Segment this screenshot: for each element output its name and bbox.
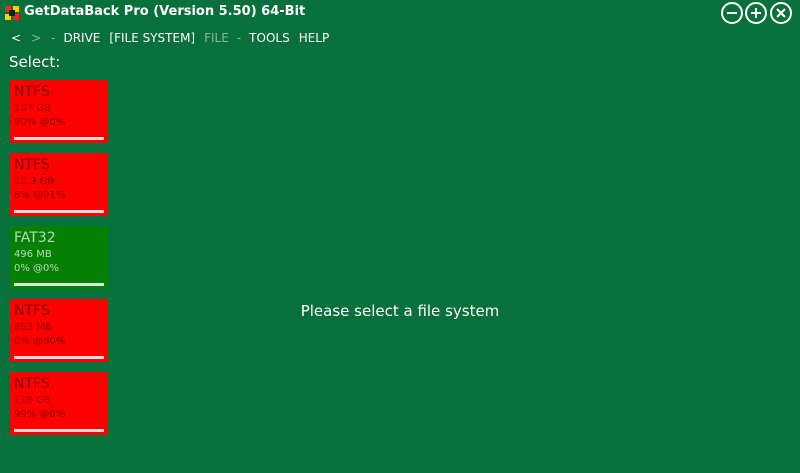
- partition-stats: 90% @0%: [14, 117, 66, 128]
- main-message: Please select a file system: [300, 302, 500, 320]
- menu-help[interactable]: HELP: [299, 31, 330, 45]
- partition-size: 119 GB: [14, 395, 51, 406]
- maximize-button[interactable]: [745, 2, 767, 24]
- partition-progress-fill: [14, 210, 95, 213]
- partition-size: 853 MB: [14, 322, 52, 333]
- partition-progress-bar: [14, 429, 104, 432]
- menu-separator: -: [51, 31, 56, 45]
- partition-stats: 99% @0%: [14, 409, 66, 420]
- select-label: Select:: [9, 53, 61, 71]
- menu-drive[interactable]: DRIVE: [63, 31, 100, 45]
- partition-progress-bar: [14, 356, 104, 359]
- window-title: GetDataBack Pro (Version 5.50) 64-Bit: [24, 4, 306, 19]
- partition-tile[interactable]: NTFS 107 GB 90% @0%: [10, 80, 108, 143]
- partition-stats: 0% @0%: [14, 263, 59, 274]
- partition-progress-bar: [14, 210, 104, 213]
- partition-fs-type: NTFS: [14, 157, 50, 173]
- partition-progress-fill: [14, 429, 104, 432]
- partition-size: 10.3 GB: [14, 176, 55, 187]
- partition-progress-bar: [14, 283, 104, 286]
- menu-separator: -: [236, 31, 242, 45]
- partition-stats: 0% @90%: [14, 336, 66, 347]
- partition-fs-type: FAT32: [14, 230, 56, 246]
- partition-size: 496 MB: [14, 249, 52, 260]
- partition-progress-fill: [14, 283, 104, 286]
- menu-file: FILE: [204, 31, 229, 45]
- minimize-button[interactable]: [721, 2, 743, 24]
- menu-bar: < > - DRIVE [FILE SYSTEM] FILE - TOOLS H…: [11, 29, 329, 47]
- partition-fs-type: NTFS: [14, 84, 50, 100]
- partition-progress-fill: [14, 137, 95, 140]
- partition-size: 107 GB: [14, 103, 51, 114]
- partition-tile[interactable]: NTFS 853 MB 0% @90%: [10, 299, 108, 362]
- menu-file-system[interactable]: [FILE SYSTEM]: [109, 31, 195, 45]
- partition-progress-bar: [14, 137, 104, 140]
- close-button[interactable]: [770, 2, 792, 24]
- plus-icon: [751, 8, 761, 18]
- menu-tools[interactable]: TOOLS: [249, 31, 290, 45]
- close-icon: [776, 8, 786, 18]
- partition-tile[interactable]: FAT32 496 MB 0% @0%: [10, 226, 108, 289]
- partition-stats: 8% @91%: [14, 190, 66, 201]
- title-bar: GetDataBack Pro (Version 5.50) 64-Bit: [0, 0, 800, 28]
- partition-tile[interactable]: NTFS 10.3 GB 8% @91%: [10, 153, 108, 216]
- partition-fs-type: NTFS: [14, 376, 50, 392]
- partition-progress-fill: [14, 356, 95, 359]
- forward-button: >: [31, 31, 42, 45]
- partition-fs-type: NTFS: [14, 303, 50, 319]
- app-window: GetDataBack Pro (Version 5.50) 64-Bit < …: [0, 0, 800, 473]
- partition-tile[interactable]: NTFS 119 GB 99% @0%: [10, 372, 108, 435]
- partition-list: NTFS 107 GB 90% @0% NTFS 10.3 GB 8% @91%…: [10, 80, 108, 445]
- minus-icon: [727, 12, 737, 14]
- app-logo-icon: [4, 5, 20, 21]
- back-button[interactable]: <: [11, 31, 31, 45]
